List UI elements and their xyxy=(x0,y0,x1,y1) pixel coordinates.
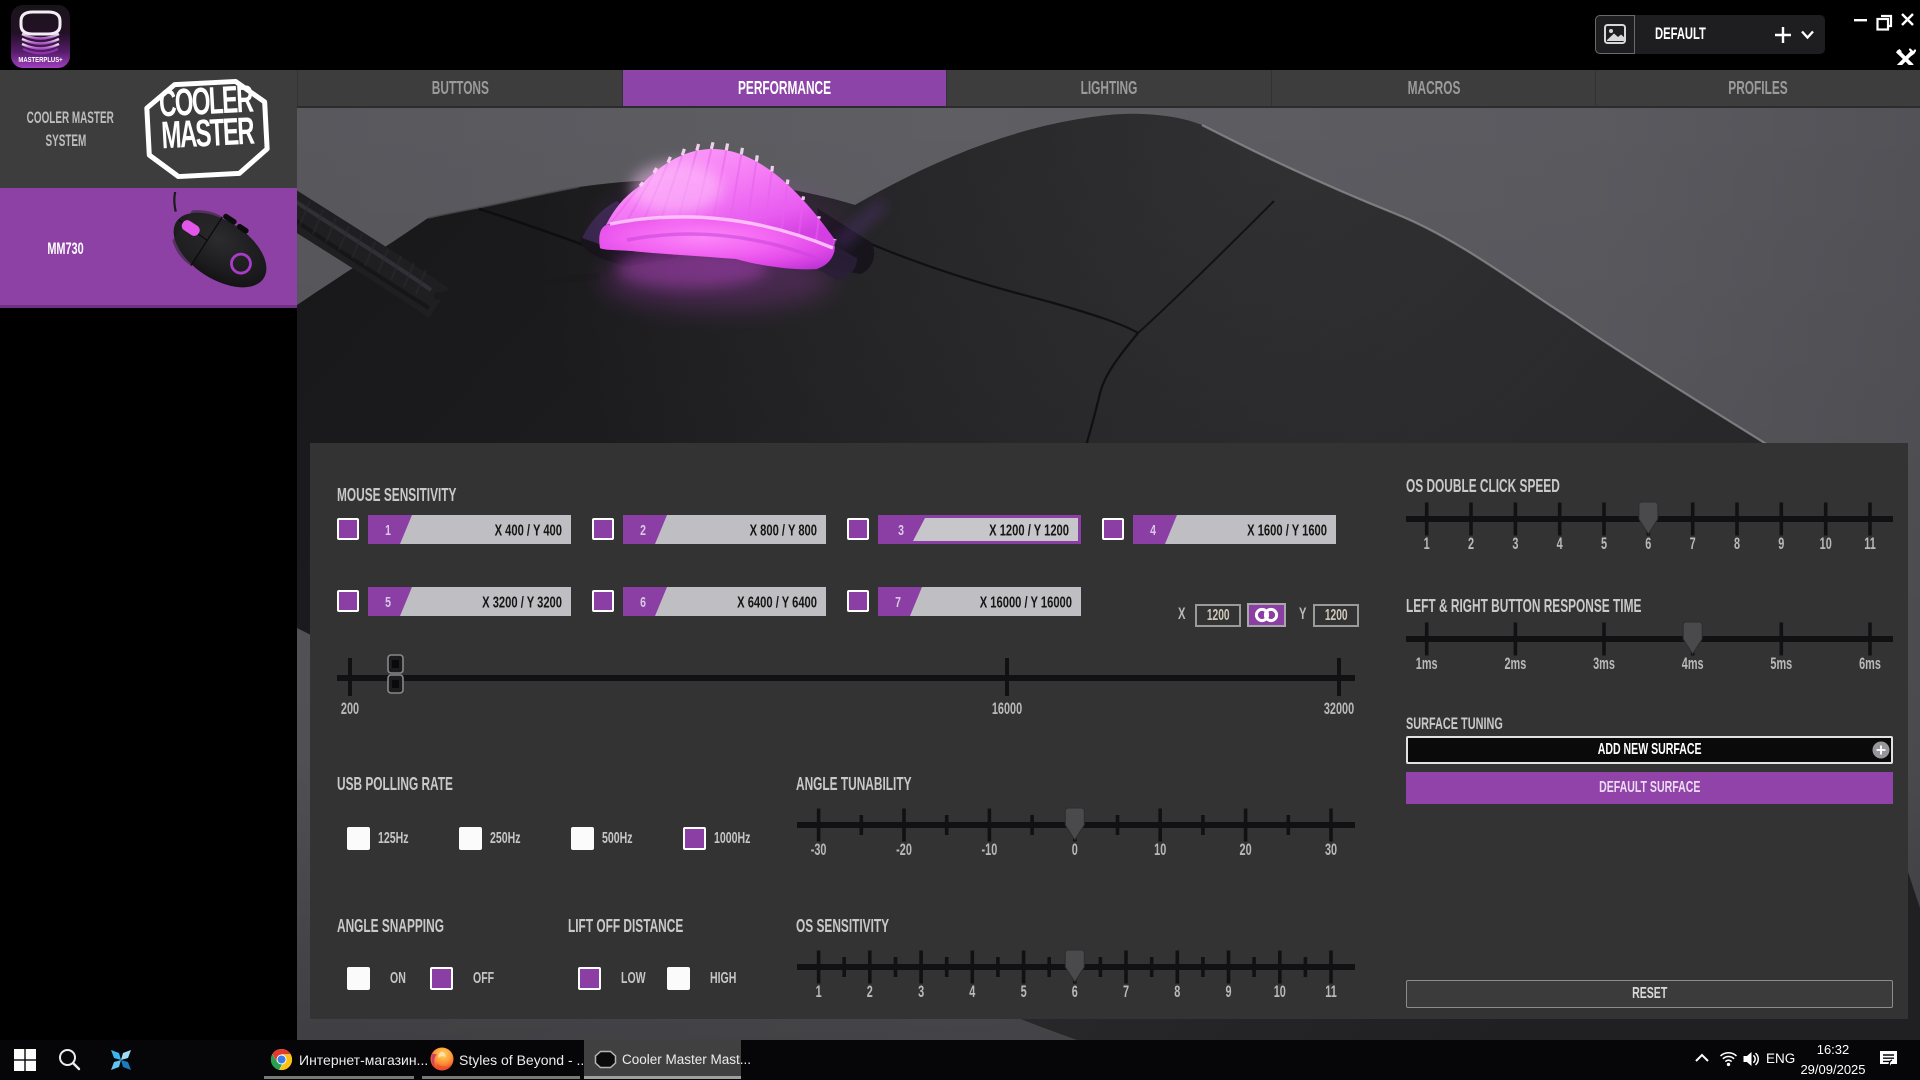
svg-text:X 1200 / Y 1200: X 1200 / Y 1200 xyxy=(989,520,1069,539)
svg-text:10: 10 xyxy=(1274,982,1286,1001)
svg-text:4: 4 xyxy=(1557,534,1563,553)
svg-text:6: 6 xyxy=(1645,534,1651,553)
svg-text:1: 1 xyxy=(1424,534,1430,553)
svg-text:X 1600 / Y 1600: X 1600 / Y 1600 xyxy=(1247,520,1327,539)
svg-text:8: 8 xyxy=(1174,982,1180,1001)
svg-text:7: 7 xyxy=(1123,982,1129,1001)
svg-text:3: 3 xyxy=(1512,534,1518,553)
svg-text:5: 5 xyxy=(1601,534,1607,553)
svg-text:1: 1 xyxy=(816,982,822,1001)
svg-text:6: 6 xyxy=(1072,982,1078,1001)
svg-text:2: 2 xyxy=(1468,534,1474,553)
svg-text:10: 10 xyxy=(1154,840,1166,859)
svg-text:X 800 / Y 800: X 800 / Y 800 xyxy=(750,520,818,539)
svg-text:3: 3 xyxy=(918,982,924,1001)
svg-text:32000: 32000 xyxy=(1324,699,1354,718)
svg-text:11: 11 xyxy=(1325,982,1337,1001)
svg-text:X 6400 / Y 6400: X 6400 / Y 6400 xyxy=(737,592,817,611)
svg-text:-30: -30 xyxy=(811,840,827,859)
svg-text:5: 5 xyxy=(385,593,391,610)
svg-text:200: 200 xyxy=(341,699,359,718)
svg-text:6: 6 xyxy=(640,593,646,610)
svg-text:2ms: 2ms xyxy=(1505,654,1527,673)
svg-text:4: 4 xyxy=(1150,521,1156,538)
svg-text:3ms: 3ms xyxy=(1593,654,1615,673)
svg-text:0: 0 xyxy=(1072,840,1078,859)
svg-text:6ms: 6ms xyxy=(1859,654,1881,673)
svg-text:8: 8 xyxy=(1734,534,1740,553)
svg-text:-10: -10 xyxy=(982,840,998,859)
svg-text:2: 2 xyxy=(867,982,873,1001)
svg-text:5ms: 5ms xyxy=(1770,654,1792,673)
svg-text:3: 3 xyxy=(898,521,904,538)
svg-text:X 400 / Y 400: X 400 / Y 400 xyxy=(495,520,563,539)
svg-text:9: 9 xyxy=(1778,534,1784,553)
svg-text:10: 10 xyxy=(1820,534,1832,553)
svg-text:9: 9 xyxy=(1225,982,1231,1001)
svg-text:1ms: 1ms xyxy=(1416,654,1438,673)
svg-text:MASTER: MASTER xyxy=(160,109,255,157)
svg-text:4ms: 4ms xyxy=(1682,654,1704,673)
svg-text:20: 20 xyxy=(1240,840,1252,859)
svg-text:7: 7 xyxy=(1690,534,1696,553)
svg-text:16000: 16000 xyxy=(992,699,1022,718)
svg-text:30: 30 xyxy=(1325,840,1337,859)
svg-text:11: 11 xyxy=(1864,534,1876,553)
svg-text:X 3200 / Y 3200: X 3200 / Y 3200 xyxy=(482,592,562,611)
svg-text:MASTERPLUS+: MASTERPLUS+ xyxy=(18,56,62,64)
svg-text:1: 1 xyxy=(385,521,391,538)
svg-text:5: 5 xyxy=(1021,982,1027,1001)
svg-text:X 16000 / Y 16000: X 16000 / Y 16000 xyxy=(980,592,1073,611)
svg-text:-20: -20 xyxy=(896,840,912,859)
svg-text:7: 7 xyxy=(895,593,901,610)
svg-text:2: 2 xyxy=(640,521,646,538)
svg-text:4: 4 xyxy=(969,982,975,1001)
